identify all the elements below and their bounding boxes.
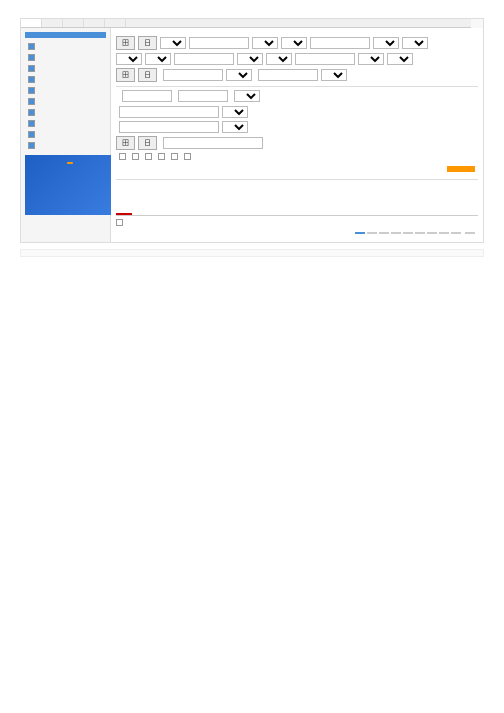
checkbox-icon[interactable]	[28, 142, 35, 149]
date-from-input[interactable]	[122, 90, 172, 102]
promo-banner[interactable]	[25, 155, 115, 215]
page-number[interactable]	[439, 232, 449, 234]
checkbox-icon[interactable]	[28, 120, 35, 127]
sidebar-item[interactable]	[25, 129, 106, 140]
breadcrumb	[20, 249, 484, 257]
checkbox-icon[interactable]	[132, 153, 139, 160]
top-right-links[interactable]	[471, 19, 483, 27]
sort-tab[interactable]	[148, 207, 164, 215]
checkbox-icon[interactable]	[145, 153, 152, 160]
page-number[interactable]	[427, 232, 437, 234]
remove-button[interactable]: 日	[138, 36, 157, 50]
update-select[interactable]	[234, 90, 260, 102]
author-precise[interactable]	[226, 69, 252, 81]
keyword-input-2[interactable]	[310, 37, 370, 49]
sidebar-item[interactable]	[25, 96, 106, 107]
checkbox-icon[interactable]	[28, 65, 35, 72]
sidebar-item[interactable]	[25, 118, 106, 129]
add-button[interactable]: 田	[116, 36, 135, 50]
sidebar-item[interactable]	[25, 140, 106, 151]
tab-pro[interactable]	[42, 19, 63, 27]
tab-oneframe[interactable]	[105, 19, 126, 27]
checkbox-icon[interactable]	[28, 131, 35, 138]
checkbox-icon[interactable]	[171, 153, 178, 160]
keyword-input[interactable]	[189, 37, 249, 49]
has-select[interactable]	[281, 37, 307, 49]
checkbox-icon[interactable]	[28, 98, 35, 105]
add-button-3[interactable]: 田	[116, 136, 135, 150]
unit-input[interactable]	[258, 69, 318, 81]
remove-button-2[interactable]: 日	[138, 68, 157, 82]
has-select-2[interactable]	[266, 53, 292, 65]
sidebar-item[interactable]	[25, 41, 106, 52]
tab-author[interactable]	[63, 19, 84, 27]
page-number[interactable]	[403, 232, 413, 234]
checkbox-icon[interactable]	[184, 153, 191, 160]
source-input[interactable]	[119, 106, 219, 118]
sidebar	[21, 28, 111, 242]
checkbox-icon[interactable]	[116, 219, 123, 226]
sidebar-item[interactable]	[25, 52, 106, 63]
tab-sentence[interactable]	[84, 19, 105, 27]
promo-year	[67, 162, 73, 164]
checkbox-icon[interactable]	[158, 153, 165, 160]
knw-screenshot: 田 日 田 日	[20, 18, 484, 243]
page-number[interactable]	[391, 232, 401, 234]
checkbox-icon[interactable]	[28, 54, 35, 61]
checkbox-icon[interactable]	[28, 87, 35, 94]
keyword-input-3[interactable]	[174, 53, 234, 65]
sidebar-item[interactable]	[25, 74, 106, 85]
fund-input[interactable]	[119, 121, 219, 133]
add-button-2[interactable]: 田	[116, 68, 135, 82]
sidebar-item[interactable]	[25, 63, 106, 74]
page-number[interactable]	[379, 232, 389, 234]
and-select[interactable]	[116, 53, 142, 65]
selected-text	[116, 196, 478, 202]
pagination	[116, 229, 478, 237]
cls-input[interactable]	[163, 137, 263, 149]
checkbox-icon[interactable]	[119, 153, 126, 160]
sidebar-header	[25, 32, 106, 38]
precise-select-2[interactable]	[387, 53, 413, 65]
search-tabs	[21, 19, 471, 28]
sidebar-item[interactable]	[25, 107, 106, 118]
page-number[interactable]	[367, 232, 377, 234]
search-button[interactable]	[447, 166, 475, 172]
page-number[interactable]	[451, 232, 461, 234]
search-form: 田 日 田 日	[111, 28, 483, 242]
fund-fuzzy[interactable]	[222, 121, 248, 133]
tab-advanced[interactable]	[21, 19, 42, 27]
source-fuzzy[interactable]	[222, 106, 248, 118]
unit-fuzzy[interactable]	[321, 69, 347, 81]
remove-button-3[interactable]: 日	[138, 136, 157, 150]
field-select[interactable]	[160, 37, 186, 49]
field-select-2[interactable]	[145, 53, 171, 65]
freq-select[interactable]	[252, 37, 278, 49]
sort-tab[interactable]	[116, 207, 132, 215]
sort-tab[interactable]	[132, 207, 148, 215]
page-number[interactable]	[355, 232, 365, 234]
keyword-input-4[interactable]	[295, 53, 355, 65]
sidebar-item[interactable]	[25, 85, 106, 96]
freq-select-4[interactable]	[358, 53, 384, 65]
group-browse	[116, 179, 478, 186]
next-page[interactable]	[465, 232, 475, 234]
sort-tab[interactable]	[164, 207, 180, 215]
checkbox-icon[interactable]	[28, 76, 35, 83]
checkbox-icon[interactable]	[28, 109, 35, 116]
freq-select-3[interactable]	[237, 53, 263, 65]
precise-select[interactable]	[402, 37, 428, 49]
page-number[interactable]	[415, 232, 425, 234]
freq-select-2[interactable]	[373, 37, 399, 49]
checkbox-icon[interactable]	[28, 43, 35, 50]
date-to-input[interactable]	[178, 90, 228, 102]
author-input[interactable]	[163, 69, 223, 81]
